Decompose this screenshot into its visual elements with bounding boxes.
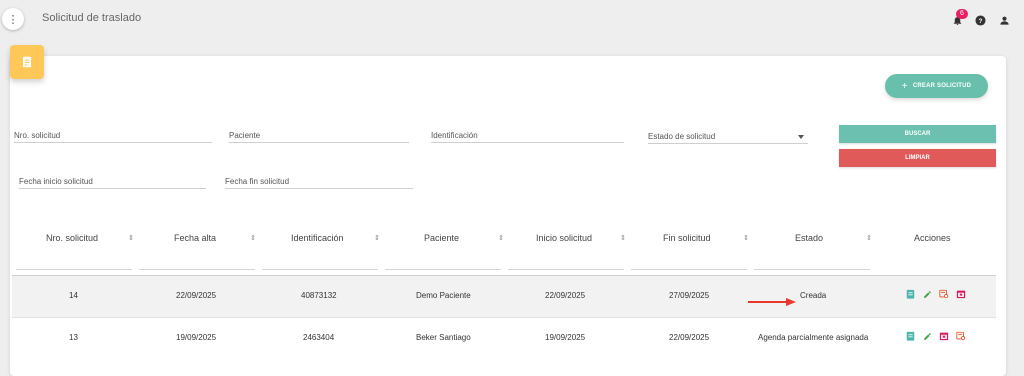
estado-label: Estado de solicitud: [648, 132, 716, 141]
sort-icon[interactable]: ⇕: [128, 234, 134, 242]
column-header-estado[interactable]: Estado ⇕: [795, 233, 872, 247]
sort-icon[interactable]: ⇕: [620, 234, 626, 242]
row-actions: [905, 289, 966, 299]
column-header-identificacion[interactable]: Identificación ⇕: [291, 233, 380, 247]
edit-pencil-icon[interactable]: [922, 331, 932, 341]
cell-fecha-alta: 22/09/2025: [176, 291, 217, 300]
cell-estado: Agenda parcialmente asignada: [758, 333, 869, 342]
paciente-field[interactable]: Paciente: [229, 128, 409, 143]
column-header-fin[interactable]: Fin solicitud ⇕: [663, 233, 749, 247]
cell-identificacion: 2463404: [303, 333, 335, 342]
identificacion-label: Identificación: [431, 131, 478, 140]
table-row[interactable]: 13 19/09/2025 2463404 Beker Santiago 19/…: [12, 317, 996, 359]
column-filter-paciente[interactable]: [385, 269, 501, 270]
user-icon[interactable]: [997, 13, 1011, 27]
column-label: Identificación: [291, 233, 344, 243]
cell-paciente: Beker Santiago: [416, 333, 471, 342]
notification-badge: 6: [956, 9, 968, 19]
identificacion-field[interactable]: Identificación: [431, 128, 624, 143]
cell-fin: 22/09/2025: [669, 333, 710, 342]
cell-nro: 14: [69, 291, 78, 300]
row-actions: [905, 331, 966, 341]
nro-solicitud-field[interactable]: Nro. solicitud: [14, 128, 212, 143]
cell-identificacion: 40873132: [301, 291, 337, 300]
estado-select[interactable]: Estado de solicitud: [648, 129, 808, 144]
column-label: Nro. solicitud: [46, 233, 99, 243]
column-label: Paciente: [424, 233, 460, 243]
clear-button[interactable]: LIMPIAR: [839, 149, 996, 167]
help-icon[interactable]: ?: [973, 13, 987, 27]
column-filter-nro[interactable]: [16, 269, 132, 270]
annotation-arrow-icon: [748, 293, 796, 311]
page-title: Solicitud de traslado: [42, 12, 142, 24]
column-header-inicio[interactable]: Inicio solicitud ⇕: [536, 233, 626, 247]
menu-dots-icon[interactable]: ⋮: [2, 8, 24, 30]
cell-inicio: 22/09/2025: [545, 291, 586, 300]
clipboard-icon: [10, 45, 44, 79]
cell-paciente: Demo Paciente: [416, 291, 471, 300]
column-filter-fin[interactable]: [631, 269, 747, 270]
column-label: Estado: [795, 233, 824, 243]
chevron-down-icon: [798, 135, 804, 139]
sort-icon[interactable]: ⇕: [498, 234, 504, 242]
top-bar: ⋮ Solicitud de traslado 6 ?: [0, 0, 1024, 40]
calendar-icon[interactable]: [956, 289, 966, 299]
sort-icon[interactable]: ⇕: [374, 234, 380, 242]
cell-inicio: 19/09/2025: [545, 333, 586, 342]
column-label: Fin solicitud: [663, 233, 711, 243]
svg-text:?: ?: [978, 17, 982, 24]
clipboard-icon[interactable]: [905, 331, 915, 341]
column-header-nro[interactable]: Nro. solicitud ⇕: [46, 233, 134, 247]
sort-icon[interactable]: ⇕: [250, 234, 256, 242]
calendar-icon[interactable]: [939, 331, 949, 341]
search-button[interactable]: BUSCAR: [839, 125, 996, 143]
clipboard-icon[interactable]: [905, 289, 915, 299]
plus-icon: +: [901, 80, 908, 92]
edit-pencil-icon[interactable]: [922, 289, 932, 299]
fecha-inicio-field[interactable]: Fecha inicio solicitud: [19, 174, 206, 189]
table-row[interactable]: 14 22/09/2025 40873132 Demo Paciente 22/…: [12, 276, 996, 317]
column-filter-inicio[interactable]: [508, 269, 624, 270]
fecha-fin-label: Fecha fin solicitud: [225, 177, 290, 186]
sort-icon[interactable]: ⇕: [743, 234, 749, 242]
fecha-fin-field[interactable]: Fecha fin solicitud: [225, 174, 413, 189]
column-header-paciente[interactable]: Paciente ⇕: [424, 233, 504, 247]
cell-nro: 13: [69, 333, 78, 342]
column-filter-identificacion[interactable]: [262, 269, 378, 270]
column-label: Acciones: [914, 233, 951, 243]
column-header-fecha-alta[interactable]: Fecha alta ⇕: [174, 233, 256, 247]
cell-fin: 27/09/2025: [669, 291, 710, 300]
column-header-acciones: Acciones: [914, 233, 951, 247]
create-request-label: CREAR SOLICITUD: [912, 83, 972, 89]
schedule-search-icon[interactable]: [956, 331, 966, 341]
schedule-search-icon[interactable]: [939, 289, 949, 299]
column-filter-estado[interactable]: [754, 269, 870, 270]
fecha-inicio-label: Fecha inicio solicitud: [19, 177, 93, 186]
sort-icon[interactable]: ⇕: [866, 234, 872, 242]
column-label: Fecha alta: [174, 233, 217, 243]
cell-fecha-alta: 19/09/2025: [176, 333, 217, 342]
paciente-label: Paciente: [229, 131, 261, 140]
column-label: Inicio solicitud: [536, 233, 593, 243]
nro-solicitud-label: Nro. solicitud: [14, 131, 61, 140]
create-request-button[interactable]: + CREAR SOLICITUD: [885, 74, 988, 98]
cell-estado: Creada: [800, 291, 827, 300]
column-filter-fecha-alta[interactable]: [139, 269, 255, 270]
